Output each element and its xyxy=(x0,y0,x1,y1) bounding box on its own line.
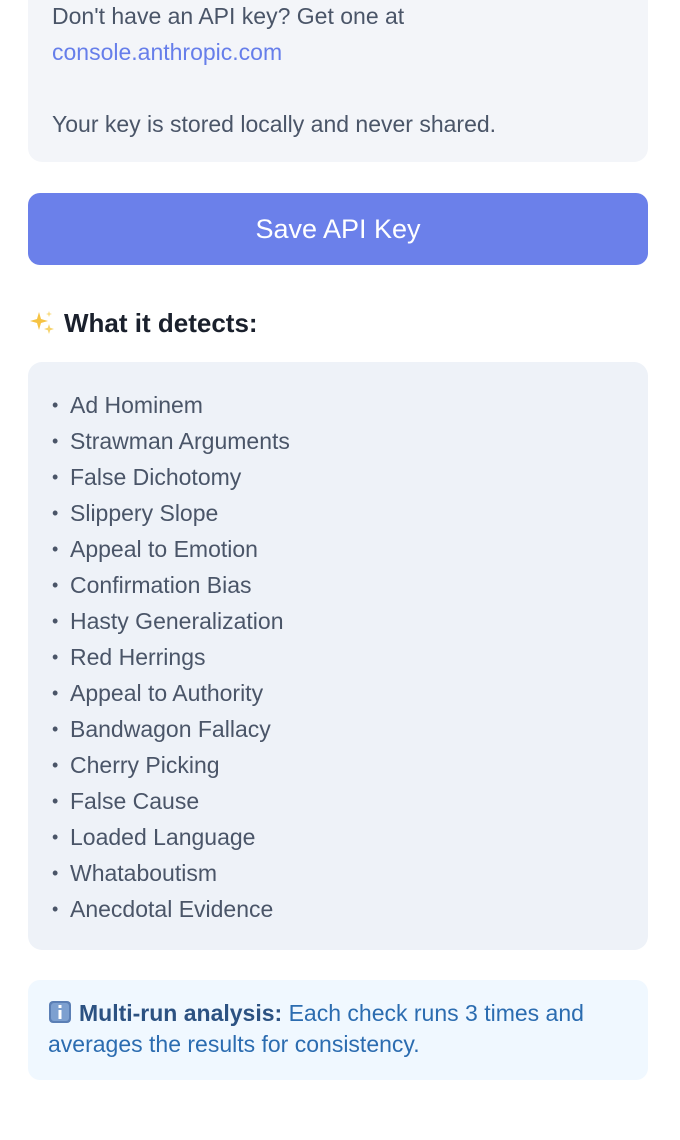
save-api-key-button[interactable]: Save API Key xyxy=(28,193,648,265)
detect-item: • Confirmation Bias xyxy=(52,567,648,603)
detect-item: • Slippery Slope xyxy=(52,495,648,531)
bullet-icon: • xyxy=(52,431,59,451)
detect-item-label: Whataboutism xyxy=(70,860,218,886)
detect-item-label: Strawman Arguments xyxy=(70,428,290,454)
bullet-icon: • xyxy=(52,539,59,559)
api-key-help-text: Don't have an API key? Get one at xyxy=(52,3,405,29)
detect-item-label: Loaded Language xyxy=(70,824,256,850)
bullet-icon: • xyxy=(52,827,59,847)
info-icon xyxy=(49,1001,71,1023)
detect-item: • Red Herrings xyxy=(52,639,648,675)
detect-item-label: False Dichotomy xyxy=(70,464,242,490)
detect-item-label: False Cause xyxy=(70,788,200,814)
bullet-icon: • xyxy=(52,755,59,775)
bullet-icon: • xyxy=(52,899,59,919)
detect-item-label: Appeal to Emotion xyxy=(70,536,258,562)
detects-list: • Ad Hominem • Strawman Arguments • False Dic… xyxy=(52,387,648,927)
detect-item: • Appeal to Authority xyxy=(52,675,648,711)
detect-item: • Whataboutism xyxy=(52,855,648,891)
bullet-icon: • xyxy=(52,791,59,811)
detect-item-label: Cherry Picking xyxy=(70,752,220,778)
bullet-icon: • xyxy=(52,611,59,631)
detect-item-label: Ad Hominem xyxy=(70,392,203,418)
detect-item-label: Anecdotal Evidence xyxy=(70,896,274,922)
detect-item: • Loaded Language xyxy=(52,819,648,855)
detect-item-label: Slippery Slope xyxy=(70,500,219,526)
note-bold-label: Multi-run analysis: xyxy=(79,1000,283,1026)
detect-item: • Ad Hominem xyxy=(52,387,648,423)
detect-item: • Strawman Arguments xyxy=(52,423,648,459)
bullet-icon: • xyxy=(52,647,59,667)
bullet-icon: • xyxy=(52,467,59,487)
detect-item-label: Confirmation Bias xyxy=(70,572,252,598)
detect-item: • False Cause xyxy=(52,783,648,819)
detect-item-label: Bandwagon Fallacy xyxy=(70,716,271,742)
console-link[interactable]: console.anthropic.com xyxy=(52,34,624,70)
bullet-icon: • xyxy=(52,719,59,739)
bullet-icon: • xyxy=(52,395,59,415)
detect-item-label: Red Herrings xyxy=(70,644,206,670)
detects-heading: What it detects: xyxy=(28,303,258,343)
detects-title: What it detects: xyxy=(64,307,258,338)
detect-item: • Bandwagon Fallacy xyxy=(52,711,648,747)
detect-item: • Hasty Generalization xyxy=(52,603,648,639)
privacy-note: Your key is stored locally and never sha… xyxy=(52,111,497,137)
sparkles-icon xyxy=(30,311,54,334)
detect-item-label: Hasty Generalization xyxy=(70,608,284,634)
api-key-info-card: Don't have an API key? Get one at consol… xyxy=(28,0,648,162)
multi-run-note: Multi-run analysis: Each check runs 3 ti… xyxy=(28,980,648,1080)
settings-page: Don't have an API key? Get one at consol… xyxy=(0,0,680,1140)
detect-item: • Cherry Picking xyxy=(52,747,648,783)
detect-item: • Appeal to Emotion xyxy=(52,531,648,567)
bullet-icon: • xyxy=(52,503,59,523)
detects-card: • Ad Hominem • Strawman Arguments • False Dic… xyxy=(28,362,648,950)
bullet-icon: • xyxy=(52,575,59,595)
detect-item-label: Appeal to Authority xyxy=(70,680,264,706)
bullet-icon: • xyxy=(52,683,59,703)
detect-item: • False Dichotomy xyxy=(52,459,648,495)
bullet-icon: • xyxy=(52,863,59,883)
detect-item: • Anecdotal Evidence xyxy=(52,891,648,927)
